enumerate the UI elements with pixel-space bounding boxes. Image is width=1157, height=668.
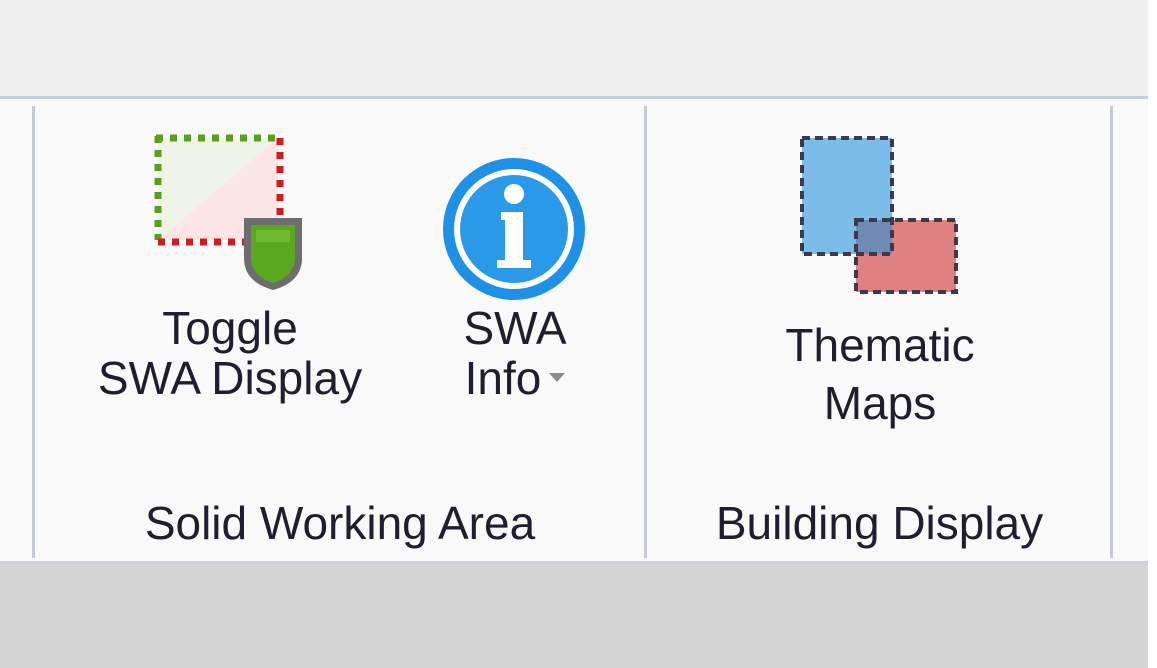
app-window: Toggle SWA Display SWA Info Thematic Map… — [0, 0, 1157, 668]
group-label-solid-working-area: Solid Working Area — [144, 497, 536, 549]
group-label-building-display: Building Display — [715, 497, 1044, 549]
group-separator — [644, 106, 647, 558]
group-separator — [32, 106, 35, 558]
toggle-swa-display-label-line2: SWA Display — [97, 352, 363, 404]
swa-info-label-text: Info — [464, 352, 542, 404]
thematic-maps-label-line1: Thematic — [785, 319, 975, 371]
toggle-swa-display-label-line1: Toggle — [162, 302, 298, 354]
dropdown-arrow-icon[interactable] — [549, 373, 566, 383]
thematic-maps-label-line2: Maps — [823, 377, 937, 429]
ribbon-tab-strip — [0, 0, 1148, 99]
info-icon — [443, 158, 585, 300]
toggle-swa-display-icon — [154, 134, 302, 290]
toggle-swa-display-button[interactable]: Toggle SWA Display — [60, 120, 400, 430]
thematic-maps-button[interactable]: Thematic Maps — [700, 120, 1060, 430]
swa-info-button[interactable]: SWA Info — [425, 120, 605, 430]
thematic-maps-icon — [800, 136, 958, 294]
swa-info-label-line2: Info — [425, 353, 605, 403]
swa-info-label-line1: SWA — [463, 302, 567, 354]
status-strip — [0, 564, 1148, 668]
group-separator — [1110, 106, 1113, 558]
